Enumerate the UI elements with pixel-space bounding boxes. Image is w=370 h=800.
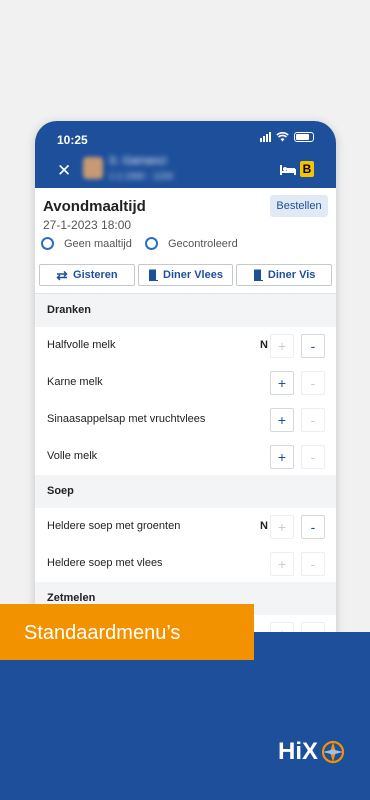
tab-diner-vis[interactable]: Diner Vis xyxy=(236,264,333,286)
decrement-button[interactable]: - xyxy=(301,408,325,432)
meal-title: Avondmaaltijd xyxy=(43,198,146,215)
item-label: Karne melk xyxy=(47,376,103,388)
radio-no-meal[interactable]: Geen maaltijd xyxy=(41,237,132,250)
decrement-button[interactable]: - xyxy=(301,371,325,395)
tab-gisteren[interactable]: Gisteren xyxy=(39,264,135,286)
list-item: Heldere soep met groenten N + - xyxy=(35,508,336,545)
decrement-button[interactable]: - xyxy=(301,445,325,469)
bed-icon xyxy=(280,165,296,175)
increment-button[interactable]: + xyxy=(270,334,294,358)
decrement-button[interactable]: - xyxy=(301,515,325,539)
patient-name: S. Gamanci xyxy=(109,155,167,167)
repeat-icon xyxy=(56,270,68,281)
list-item: Sinaasappelsap met vruchtvlees + - xyxy=(35,401,336,438)
list-item: Karne melk + - xyxy=(35,364,336,401)
door-icon xyxy=(253,269,263,281)
list-item: Heldere soep met vlees + - xyxy=(35,545,336,582)
item-label: Heldere soep met groenten xyxy=(47,520,181,532)
top-bar: 10:25 ✕ S. Gamanci 1-1-1960 · 1234 B xyxy=(35,121,336,188)
signal-icon xyxy=(260,132,271,142)
item-count: N xyxy=(260,520,268,532)
tab-diner-vlees[interactable]: Diner Vlees xyxy=(137,264,234,286)
meal-datetime: 27-1-2023 18:00 xyxy=(43,218,132,232)
tab-label: Diner Vis xyxy=(267,269,316,281)
battery-icon xyxy=(294,132,314,142)
list-item: Halfvolle melk N + - xyxy=(35,327,336,364)
brand-logo: HiX xyxy=(278,738,346,766)
avatar xyxy=(83,157,103,179)
item-count: N xyxy=(260,339,268,351)
increment-button[interactable]: + xyxy=(270,408,294,432)
increment-button[interactable]: + xyxy=(270,445,294,469)
menu-tabs: Gisteren Diner Vlees Diner Vis xyxy=(39,264,333,286)
close-icon[interactable]: ✕ xyxy=(57,162,71,179)
list-item: Volle melk + - xyxy=(35,438,336,475)
decrement-button[interactable]: - xyxy=(301,552,325,576)
radio-circle-icon xyxy=(41,237,54,250)
item-label: Volle melk xyxy=(47,450,98,462)
decrement-button[interactable]: - xyxy=(301,334,325,358)
feature-banner: Standaardmenu’s xyxy=(0,604,254,660)
status-time: 10:25 xyxy=(57,133,88,147)
increment-button[interactable]: + xyxy=(270,515,294,539)
section-header: Soep xyxy=(35,475,336,508)
increment-button[interactable]: + xyxy=(270,552,294,576)
menu-list: Dranken Halfvolle melk N + - Karne melk … xyxy=(35,293,336,652)
radio-label: Geen maaltijd xyxy=(64,237,132,250)
item-label: Heldere soep met vlees xyxy=(47,557,163,569)
status-icons xyxy=(260,132,314,142)
radio-checked[interactable]: Gecontroleerd xyxy=(145,237,238,250)
door-icon xyxy=(149,269,159,281)
item-label: Halfvolle melk xyxy=(47,339,116,351)
compass-icon xyxy=(321,740,345,764)
increment-button[interactable]: + xyxy=(270,371,294,395)
item-label: Sinaasappelsap met vruchtvlees xyxy=(47,413,206,425)
patient-details: 1-1-1960 · 1234 xyxy=(109,171,174,181)
wifi-icon xyxy=(276,132,289,142)
order-button[interactable]: Bestellen xyxy=(270,195,328,217)
brand-name: HiX xyxy=(277,738,318,765)
ward-badge: B xyxy=(300,161,314,177)
radio-label: Gecontroleerd xyxy=(168,237,238,250)
section-header: Dranken xyxy=(35,294,336,327)
tab-label: Diner Vlees xyxy=(163,269,223,281)
radio-circle-icon xyxy=(145,237,158,250)
tab-label: Gisteren xyxy=(73,269,118,281)
